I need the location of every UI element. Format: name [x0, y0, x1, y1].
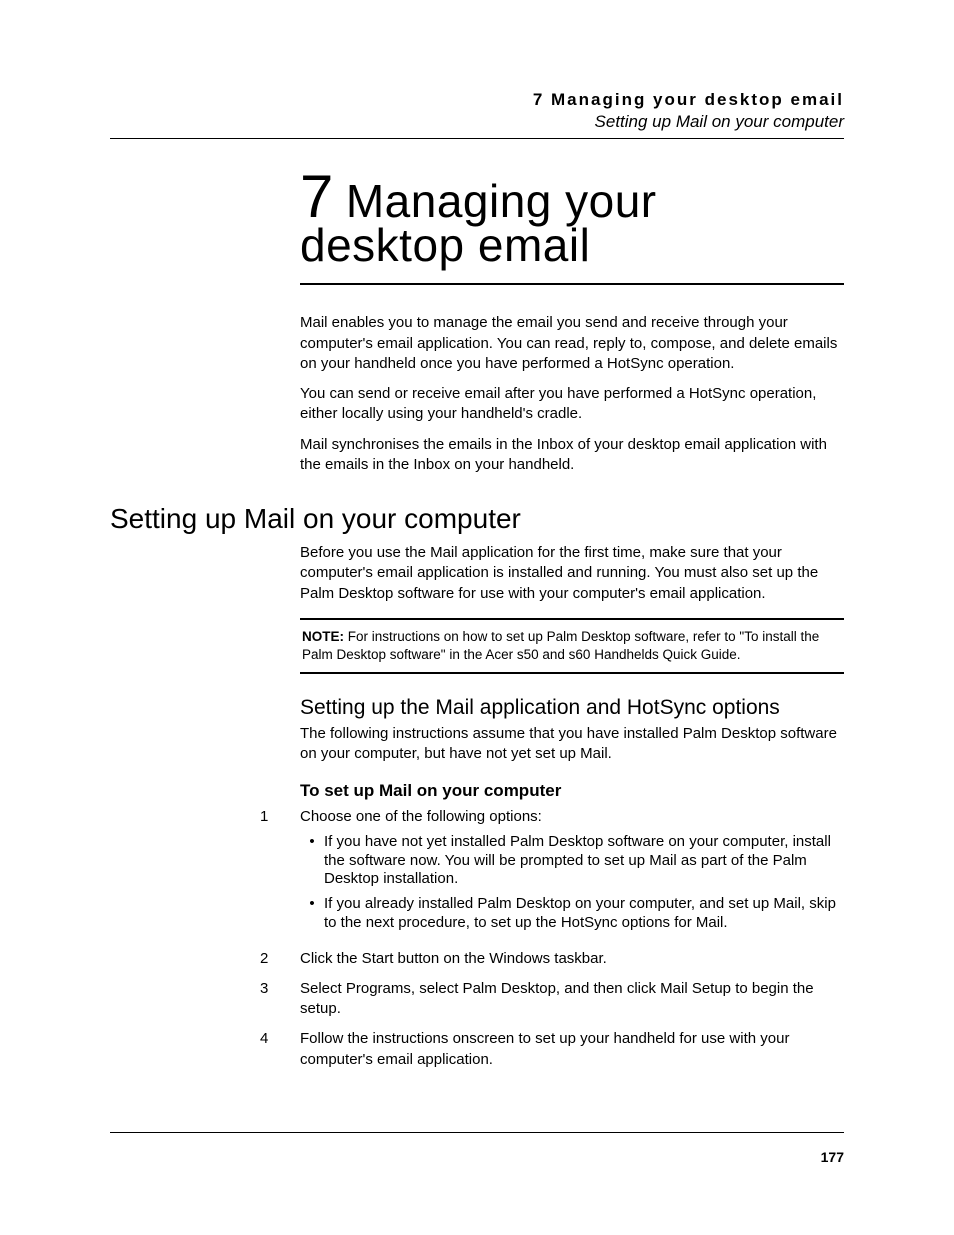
procedure-heading: To set up Mail on your computer: [300, 781, 844, 801]
subsection-heading-hotsync: Setting up the Mail application and HotS…: [300, 696, 844, 720]
step-text: Follow the instructions onscreen to set …: [300, 1029, 844, 1070]
numbered-list: 1 Choose one of the following options: •…: [300, 807, 844, 1070]
step-text: Click the Start button on the Windows ta…: [300, 949, 844, 969]
bullet-text: If you have not yet installed Palm Deskt…: [324, 833, 844, 889]
step-number: 3: [260, 979, 300, 1020]
section-heading-setup-mail: Setting up Mail on your computer: [110, 503, 844, 535]
chapter-number: 7: [300, 167, 333, 227]
bullet-icon: •: [300, 833, 324, 889]
intro-paragraph: You can send or receive email after you …: [300, 384, 844, 425]
running-header: 7 Managing your desktop email Setting up…: [110, 90, 844, 132]
bullet-item: • If you already installed Palm Desktop …: [300, 895, 844, 933]
step-text: Choose one of the following options:: [300, 807, 844, 827]
section2-paragraph: The following instructions assume that y…: [300, 724, 844, 765]
footer-rule: [110, 1132, 844, 1133]
page-number: 177: [821, 1149, 844, 1165]
bullet-item: • If you have not yet installed Palm Des…: [300, 833, 844, 889]
list-item: 4 Follow the instructions onscreen to se…: [300, 1029, 844, 1070]
list-item: 2 Click the Start button on the Windows …: [300, 949, 844, 969]
chapter-title-line2: desktop email: [300, 221, 844, 269]
note-label: NOTE:: [302, 629, 344, 644]
step-number: 2: [260, 949, 300, 969]
intro-paragraph: Mail synchronises the emails in the Inbo…: [300, 435, 844, 476]
bullet-text: If you already installed Palm Desktop on…: [324, 895, 844, 933]
section1-body: Before you use the Mail application for …: [300, 543, 844, 1070]
note-box: NOTE: For instructions on how to set up …: [300, 618, 844, 674]
section1-paragraph: Before you use the Mail application for …: [300, 543, 844, 604]
intro-paragraph: Mail enables you to manage the email you…: [300, 313, 844, 374]
note-text: For instructions on how to set up Palm D…: [302, 629, 819, 662]
list-item: 3 Select Programs, select Palm Desktop, …: [300, 979, 844, 1020]
running-chapter: 7 Managing your desktop email: [110, 90, 844, 110]
step-number: 4: [260, 1029, 300, 1070]
list-item: 1 Choose one of the following options: •…: [300, 807, 844, 939]
bullet-icon: •: [300, 895, 324, 933]
page: 7 Managing your desktop email Setting up…: [0, 0, 954, 1235]
intro-block: Mail enables you to manage the email you…: [300, 313, 844, 475]
step-number: 1: [260, 807, 300, 939]
step-text: Select Programs, select Palm Desktop, an…: [300, 979, 844, 1020]
chapter-title-block: 7 Managing your desktop email: [300, 167, 844, 285]
running-subheading: Setting up Mail on your computer: [110, 112, 844, 132]
bullet-list: • If you have not yet installed Palm Des…: [300, 833, 844, 933]
header-rule: [110, 138, 844, 139]
